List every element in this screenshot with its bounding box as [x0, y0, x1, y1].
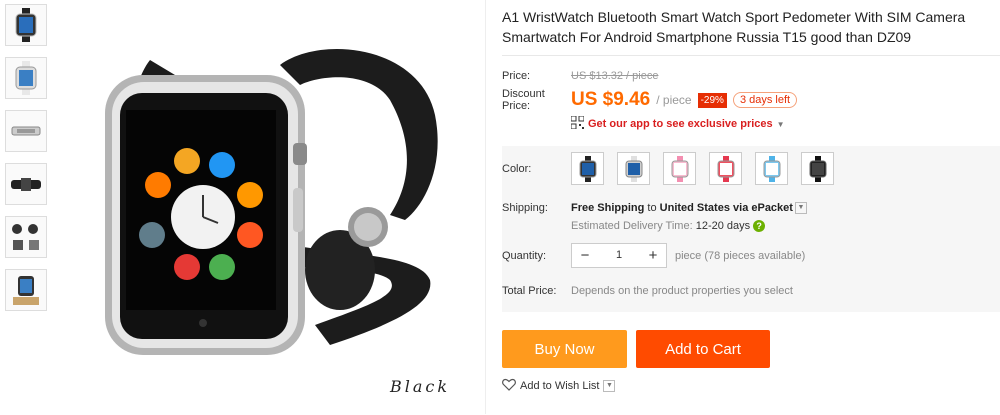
qr-code-icon — [570, 115, 585, 132]
help-icon[interactable]: ? — [753, 220, 766, 232]
quantity-row: Quantity: − 1 + piece (78 pieces availab… — [502, 243, 1000, 268]
quantity-stepper: − 1 + — [571, 243, 667, 268]
quantity-label: Quantity: — [502, 249, 547, 262]
color-swatch-red[interactable] — [709, 152, 742, 185]
wishlist-label: Add to Wish List — [520, 380, 600, 392]
color-swatch-pink[interactable] — [663, 152, 696, 185]
total-text: Depends on the product properties you se… — [571, 285, 793, 297]
main-product-image[interactable]: Black — [90, 5, 475, 410]
color-swatch-blue[interactable] — [755, 152, 788, 185]
wishlist-row[interactable]: Add to Wish List ▼ — [502, 378, 1000, 394]
column-divider — [485, 0, 486, 414]
price-label: Price: — [502, 70, 531, 82]
add-to-cart-button[interactable]: Add to Cart — [636, 330, 770, 368]
product-title: A1 WristWatch Bluetooth Smart Watch Spor… — [502, 9, 966, 45]
color-swatch-black-2[interactable] — [801, 152, 834, 185]
app-promo-link[interactable]: Get our app to see exclusive prices ▼ — [570, 115, 1000, 132]
color-swatch-silver[interactable] — [617, 152, 650, 185]
thumbnail-white-watch[interactable] — [5, 57, 47, 99]
delivery-label: Estimated Delivery Time: — [571, 220, 693, 232]
title-divider — [502, 55, 1000, 56]
total-label: Total Price: — [502, 285, 557, 297]
shipping-country[interactable]: United States — [660, 202, 730, 214]
delivery-time: 12-20 days — [695, 220, 751, 232]
discount-badge: -29% — [697, 92, 727, 108]
thumbnail-list — [5, 4, 49, 322]
wishlist-dropdown-icon[interactable]: ▼ — [603, 380, 616, 392]
shipping-dropdown-icon[interactable]: ▼ — [794, 202, 807, 214]
thumbnail-side-view[interactable] — [5, 110, 47, 152]
heart-icon — [502, 378, 516, 394]
original-price: US $13.32 / piece — [571, 70, 659, 82]
quantity-increase-button[interactable]: + — [640, 244, 666, 267]
shipping-to: to — [647, 202, 657, 214]
buy-now-button[interactable]: Buy Now — [502, 330, 627, 368]
shipping-row: Shipping: Free Shipping to United States… — [502, 202, 1000, 214]
image-caption: Black — [390, 377, 451, 396]
discount-price: US $9.46 — [571, 89, 651, 110]
options-panel: Color: Shipping: Free Shipping to United… — [502, 146, 1000, 312]
thumbnail-strap-view[interactable] — [5, 163, 47, 205]
discount-label-line2: Price: — [502, 100, 531, 112]
color-row: Color: — [502, 148, 1000, 185]
quantity-input[interactable]: 1 — [598, 244, 640, 267]
action-buttons: Buy Now Add to Cart — [502, 330, 1000, 368]
days-left-badge: 3 days left — [732, 92, 798, 108]
thumbnail-package[interactable] — [5, 269, 47, 311]
thumbnail-accessories[interactable] — [5, 216, 47, 258]
discount-row: Discount Price: US $9.46 / piece -29% 3 … — [502, 88, 1000, 112]
shipping-method[interactable]: via ePacket — [733, 202, 793, 214]
caret-down-icon: ▼ — [776, 119, 785, 129]
thumbnail-black-watch[interactable] — [5, 4, 47, 46]
price-row: Price: US $13.32 / piece — [502, 70, 1000, 82]
color-label: Color: — [502, 162, 532, 175]
shipping-label: Shipping: — [502, 202, 548, 214]
color-swatches — [571, 152, 847, 185]
quantity-available: piece (78 pieces available) — [675, 249, 806, 262]
app-promo-text: Get our app to see exclusive prices — [588, 118, 773, 130]
product-info: A1 WristWatch Bluetooth Smart Watch Spor… — [502, 0, 1000, 394]
total-row: Total Price: Depends on the product prop… — [502, 285, 1000, 297]
color-swatch-black[interactable] — [571, 152, 604, 185]
per-unit: / piece — [656, 93, 692, 107]
discount-label-line1: Discount — [502, 88, 545, 100]
discount-label: Discount Price: — [502, 88, 571, 112]
shipping-free: Free Shipping — [571, 202, 645, 214]
delivery-row: Estimated Delivery Time: 12-20 days ? — [571, 220, 1000, 232]
quantity-decrease-button[interactable]: − — [572, 244, 598, 267]
